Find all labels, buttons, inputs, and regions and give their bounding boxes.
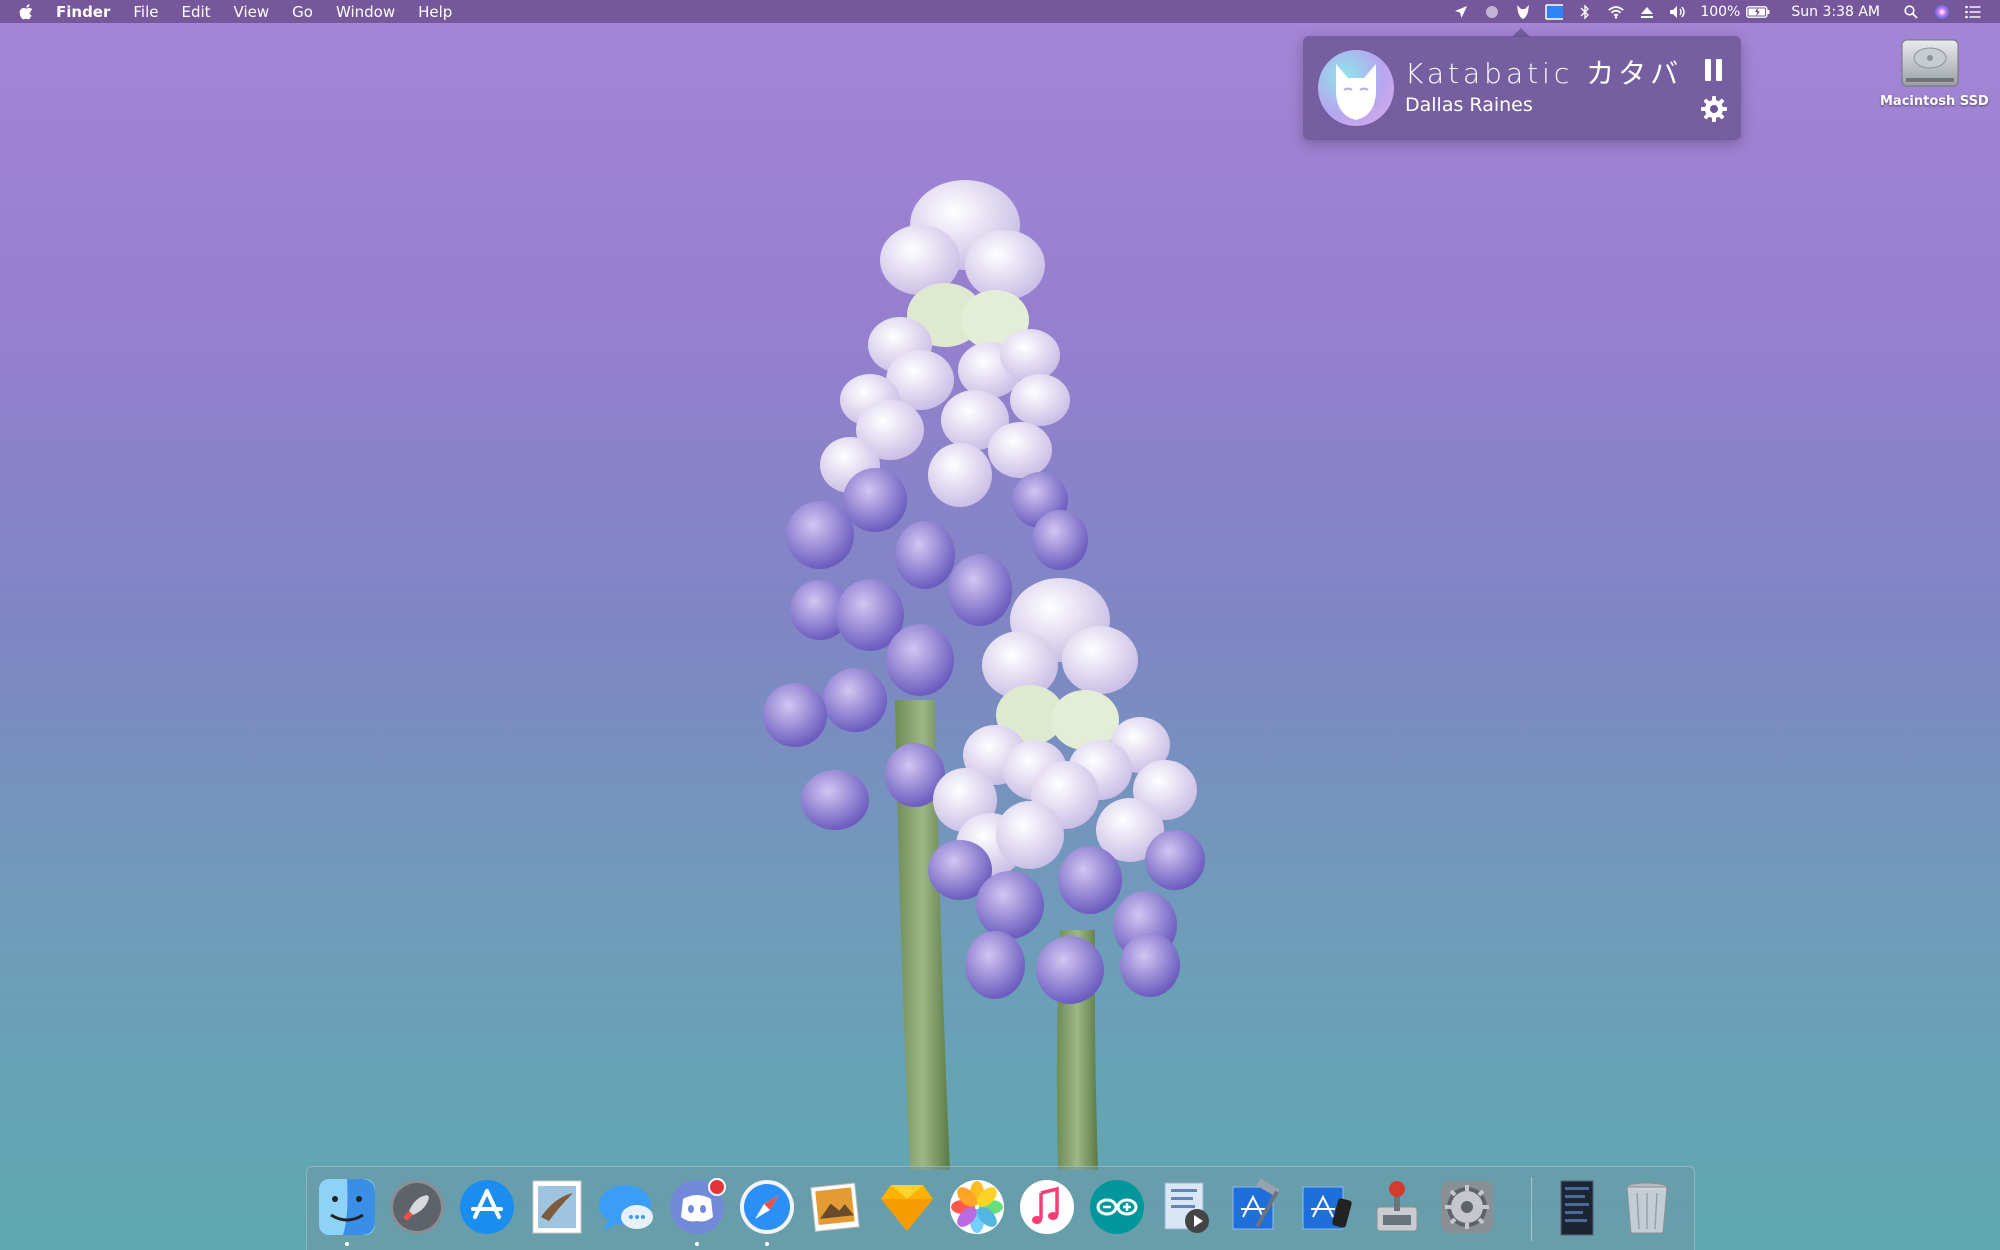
app-store-icon bbox=[460, 1180, 514, 1234]
running-indicator bbox=[695, 1242, 699, 1246]
menu-edit[interactable]: Edit bbox=[181, 3, 210, 21]
joystick-icon bbox=[1376, 1181, 1418, 1232]
desktop: Finder File Edit View Go Window Help 100… bbox=[0, 0, 2000, 1250]
dock-system-preferences[interactable] bbox=[1437, 1177, 1497, 1237]
clock[interactable]: Sun 3:38 AM bbox=[1791, 4, 1880, 20]
bluetooth-icon[interactable] bbox=[1576, 3, 1594, 21]
dock-script-editor[interactable] bbox=[1157, 1177, 1217, 1237]
dock-separator bbox=[1531, 1177, 1532, 1241]
apple-menu-icon[interactable] bbox=[18, 3, 36, 21]
now-playing-popup: Katabatic カタバ Dallas Raines bbox=[1303, 36, 1741, 140]
dock-finder[interactable] bbox=[317, 1177, 377, 1237]
wifi-icon[interactable] bbox=[1607, 3, 1625, 21]
settings-button[interactable] bbox=[1699, 94, 1729, 124]
rocket-icon bbox=[390, 1180, 444, 1234]
arduino-icon bbox=[1090, 1180, 1144, 1234]
katabatic-fox-icon[interactable] bbox=[1514, 3, 1532, 21]
sketch-diamond-icon bbox=[881, 1185, 933, 1231]
dock-xcode[interactable] bbox=[1227, 1177, 1287, 1237]
drive-label: Macintosh SSD bbox=[1880, 94, 1989, 109]
dock-launchpad[interactable] bbox=[387, 1177, 447, 1237]
dock-stack-folder[interactable] bbox=[1547, 1177, 1607, 1237]
gear-icon bbox=[1701, 96, 1727, 122]
discord-icon bbox=[670, 1178, 726, 1234]
album-art bbox=[1318, 50, 1394, 126]
menu-app-name[interactable]: Finder bbox=[56, 3, 110, 21]
messages-icon bbox=[599, 1185, 653, 1231]
dock-simulator[interactable] bbox=[1297, 1177, 1357, 1237]
dock-itunes[interactable] bbox=[1017, 1177, 1077, 1237]
gear-icon bbox=[1441, 1181, 1493, 1233]
location-icon[interactable] bbox=[1452, 3, 1470, 21]
dock-sketch[interactable] bbox=[877, 1177, 937, 1237]
dock-preview[interactable] bbox=[807, 1177, 867, 1237]
desktop-drive-item[interactable]: Macintosh SSD bbox=[1880, 30, 1989, 109]
wallpaper-flower bbox=[763, 180, 1205, 1170]
menu-go[interactable]: Go bbox=[292, 3, 313, 21]
menu-bar: Finder File Edit View Go Window Help 100… bbox=[0, 0, 2000, 23]
menu-view[interactable]: View bbox=[234, 3, 270, 21]
dock-mail[interactable] bbox=[527, 1177, 587, 1237]
dock-discord[interactable] bbox=[667, 1177, 727, 1237]
pause-icon bbox=[1705, 59, 1722, 81]
track-title: Katabatic カタバ bbox=[1405, 57, 1683, 90]
display-icon[interactable] bbox=[1545, 3, 1564, 21]
running-indicator bbox=[345, 1242, 349, 1246]
circle-status-icon[interactable] bbox=[1483, 3, 1501, 21]
menu-help[interactable]: Help bbox=[418, 3, 452, 21]
mail-stamp-icon bbox=[532, 1180, 582, 1234]
spotlight-icon[interactable] bbox=[1902, 3, 1920, 21]
trash-icon bbox=[1626, 1182, 1668, 1234]
hard-drive-icon bbox=[1901, 39, 1959, 87]
script-play-icon bbox=[1164, 1182, 1209, 1233]
battery-icon[interactable] bbox=[1745, 3, 1771, 21]
dock-server-app[interactable] bbox=[1367, 1177, 1427, 1237]
fox-avatar-icon bbox=[1336, 64, 1376, 120]
dock-app-store[interactable] bbox=[457, 1177, 517, 1237]
finder-icon bbox=[319, 1179, 375, 1235]
battery-percent[interactable]: 100% bbox=[1700, 4, 1740, 20]
photos-icon bbox=[950, 1180, 1004, 1234]
volume-icon[interactable] bbox=[1669, 3, 1687, 21]
dock-safari[interactable] bbox=[737, 1177, 797, 1237]
music-note-icon bbox=[1020, 1180, 1074, 1234]
track-artist: Dallas Raines bbox=[1405, 94, 1533, 116]
preview-icon bbox=[810, 1182, 860, 1232]
dock-arduino[interactable] bbox=[1087, 1177, 1147, 1237]
document-stack-icon bbox=[1560, 1180, 1594, 1236]
menu-file[interactable]: File bbox=[133, 3, 158, 21]
xcode-hammer-icon bbox=[1232, 1178, 1280, 1230]
menu-window[interactable]: Window bbox=[336, 3, 395, 21]
dock-trash[interactable] bbox=[1617, 1177, 1677, 1237]
dock-photos[interactable] bbox=[947, 1177, 1007, 1237]
simulator-icon bbox=[1302, 1186, 1352, 1230]
running-indicator bbox=[765, 1242, 769, 1246]
eject-icon[interactable] bbox=[1638, 3, 1656, 21]
dock bbox=[306, 1166, 1695, 1250]
notification-center-icon[interactable] bbox=[1964, 3, 1982, 21]
dock-messages[interactable] bbox=[597, 1177, 657, 1237]
pause-button[interactable] bbox=[1701, 56, 1727, 84]
siri-icon[interactable] bbox=[1933, 3, 1951, 21]
compass-icon bbox=[740, 1180, 794, 1234]
